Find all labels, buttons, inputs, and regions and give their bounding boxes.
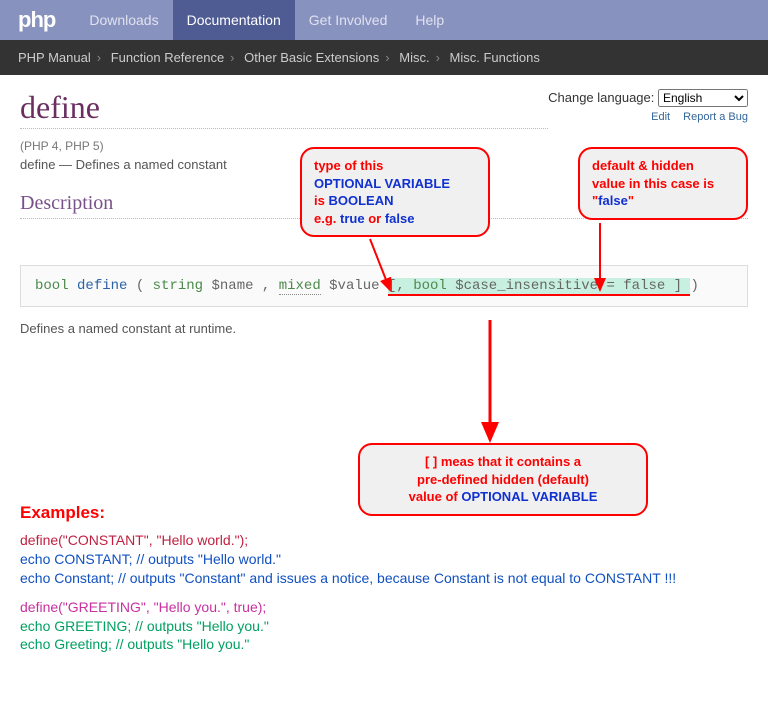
nav-downloads[interactable]: Downloads [75, 0, 172, 40]
ex-line-4: define("GREETING", "Hello you.", true); [20, 598, 748, 617]
breadcrumb: PHP Manual› Function Reference› Other Ba… [0, 40, 768, 75]
sig-p3-type: bool [413, 278, 447, 294]
crumb-misc[interactable]: Misc. [399, 50, 429, 65]
callout-default-value: default & hidden value in this case is "… [578, 147, 748, 220]
crumb-miscfn[interactable]: Misc. Functions [450, 50, 540, 65]
sig-fn-name: define [77, 278, 127, 294]
sig-p1-name: $name [211, 278, 253, 294]
sig-p3-name: $case_insensitive [455, 278, 598, 294]
sig-p1-type: string [153, 278, 203, 294]
crumb-manual[interactable]: PHP Manual [18, 50, 91, 65]
examples: Examples: define("CONSTANT", "Hello worl… [0, 502, 768, 674]
nav-get-involved[interactable]: Get Involved [295, 0, 402, 40]
sig-p2-type[interactable]: mixed [279, 278, 321, 295]
nav-help[interactable]: Help [401, 0, 458, 40]
ex-line-1: define("CONSTANT", "Hello world."); [20, 531, 748, 550]
ex-line-2: echo CONSTANT; // outputs "Hello world." [20, 550, 748, 569]
nav-documentation[interactable]: Documentation [173, 0, 295, 40]
report-bug-link[interactable]: Report a Bug [683, 111, 748, 123]
content: define Change language: English Edit Rep… [0, 75, 768, 502]
callout-brackets-meaning: [ ] meas that it contains a pre-defined … [358, 443, 648, 516]
top-nav: php Downloads Documentation Get Involved… [0, 0, 768, 40]
purpose-text: Defines a named constant [76, 157, 227, 172]
sig-p3-default: = false [606, 278, 665, 294]
crumb-funcref[interactable]: Function Reference [111, 50, 224, 65]
page-title: define [20, 89, 548, 129]
ex-line-6: echo Greeting; // outputs "Hello you." [20, 635, 748, 654]
language-box: Change language: English Edit Report a B… [548, 89, 748, 123]
sig-optional-segment: [, bool $case_insensitive = false ] [388, 278, 691, 296]
crumb-other[interactable]: Other Basic Extensions [244, 50, 379, 65]
language-select[interactable]: English [658, 89, 748, 107]
ex-line-3: echo Constant; // outputs "Constant" and… [20, 569, 748, 588]
purpose-fn: define [20, 157, 55, 172]
language-label: Change language: [548, 90, 654, 105]
sig-return-type: bool [35, 278, 69, 294]
callout-optional-type: type of this OPTIONAL VARIABLE is BOOLEA… [300, 147, 490, 237]
description-text: Defines a named constant at runtime. [20, 321, 748, 336]
ex-line-5: echo GREETING; // outputs "Hello you." [20, 617, 748, 636]
purpose-sep: — [55, 157, 75, 172]
edit-link[interactable]: Edit [651, 111, 670, 123]
php-logo[interactable]: php [18, 0, 55, 40]
sig-p2-name: $value [329, 278, 379, 294]
signature: bool define ( string $name , mixed $valu… [20, 265, 748, 307]
